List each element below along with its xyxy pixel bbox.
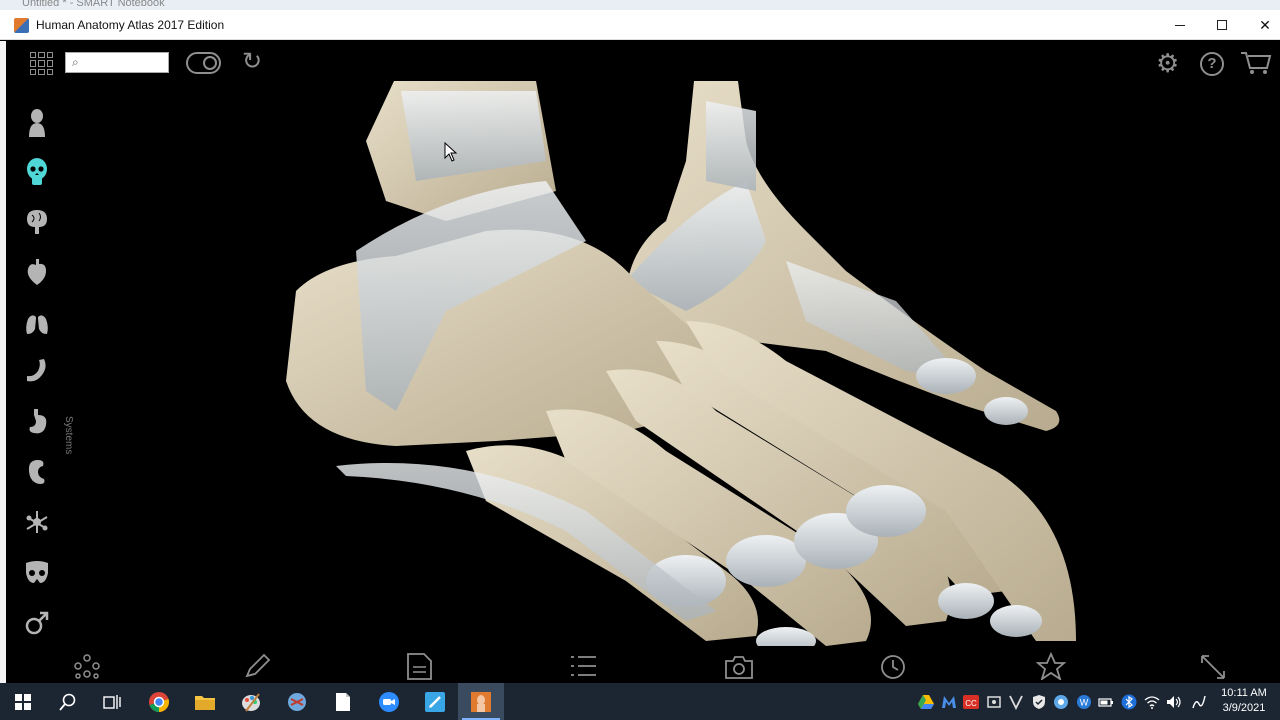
close-button[interactable]: ✕	[1243, 10, 1280, 40]
chrome-icon[interactable]	[136, 683, 182, 720]
clock-time: 10:11 AM	[1221, 687, 1267, 699]
history-icon[interactable]	[878, 652, 908, 680]
window-titlebar: Human Anatomy Atlas 2017 Edition ✕	[0, 10, 1280, 40]
google-drive-icon[interactable]	[918, 694, 934, 710]
tray-app-icon[interactable]	[986, 694, 1002, 710]
battery-icon[interactable]	[1098, 694, 1114, 710]
file-explorer-icon[interactable]	[182, 683, 228, 720]
bluetooth-icon[interactable]	[1121, 694, 1137, 710]
background-window-title: Untitled * - SMART Notebook	[22, 0, 165, 9]
kidney-icon[interactable]	[24, 457, 50, 487]
clock-date: 3/9/2021	[1222, 702, 1266, 714]
snipping-icon[interactable]	[274, 683, 320, 720]
foot-skeleton-model[interactable]	[66, 81, 1236, 655]
arm-icon[interactable]	[24, 357, 50, 387]
anatomy-3d-viewport[interactable]	[66, 81, 1236, 655]
maximize-button[interactable]	[1200, 10, 1244, 40]
search-box[interactable]: ⌕	[65, 52, 169, 73]
settings-icon[interactable]: ⚙	[1156, 48, 1179, 79]
network-share-icon[interactable]	[1008, 694, 1024, 711]
windows-start-icon[interactable]	[0, 683, 46, 720]
stomach-icon[interactable]	[24, 407, 50, 437]
pen-ink-icon[interactable]	[1191, 694, 1207, 710]
systems-sidebar: Systems	[18, 107, 74, 635]
cart-icon[interactable]	[1240, 50, 1272, 76]
search-icon[interactable]	[46, 683, 90, 720]
male-symbol-icon[interactable]	[24, 607, 50, 637]
minimize-button[interactable]	[1158, 10, 1202, 40]
search-icon: ⌕	[72, 55, 79, 69]
screen-capture-icon[interactable]	[1053, 694, 1069, 710]
gender-toggle-icon[interactable]	[186, 52, 221, 74]
camera-icon[interactable]	[724, 652, 754, 680]
background-window-strip: Untitled * - SMART Notebook	[0, 0, 1280, 10]
screen: Untitled * - SMART Notebook Human Anatom…	[0, 0, 1280, 720]
security-shield-icon[interactable]	[1031, 694, 1047, 710]
smart-notebook-icon[interactable]	[412, 683, 458, 720]
windows-taskbar: CC W 10:11 AM 3/9/2021	[0, 683, 1280, 720]
wifi-device-icon[interactable]: W	[1076, 694, 1092, 710]
star-icon[interactable]	[1035, 651, 1067, 682]
app-area: ⌕ ↻ ⚙ ? Systems	[0, 41, 1280, 683]
volume-icon[interactable]	[1166, 694, 1182, 710]
window-title: Human Anatomy Atlas 2017 Edition	[36, 18, 225, 32]
molecule-icon[interactable]	[72, 652, 102, 680]
list-icon[interactable]	[568, 652, 598, 680]
heart-icon[interactable]	[24, 257, 50, 287]
anatomy-atlas-icon[interactable]	[458, 683, 504, 720]
reset-icon[interactable]: ↻	[240, 49, 264, 75]
document-icon[interactable]	[320, 683, 366, 720]
taskbar-clock[interactable]: 10:11 AM 3/9/2021	[1218, 686, 1270, 716]
maximize-icon	[1217, 20, 1227, 30]
bottom-toolbar	[6, 648, 1280, 683]
search-input[interactable]	[86, 55, 166, 70]
cc-icon[interactable]: CC	[963, 694, 979, 710]
lungs-icon[interactable]	[24, 307, 50, 337]
wifi-icon[interactable]	[1144, 694, 1160, 710]
minimize-icon	[1175, 24, 1185, 26]
pelvis-icon[interactable]	[24, 557, 50, 587]
brain-icon[interactable]	[24, 207, 50, 237]
svg-text:CC: CC	[965, 699, 977, 708]
zoom-icon[interactable]	[366, 683, 412, 720]
task-view-icon[interactable]	[90, 683, 134, 720]
malwarebytes-icon[interactable]	[941, 694, 957, 710]
app-logo-icon	[14, 18, 29, 33]
mouse-cursor-icon	[444, 142, 458, 162]
paint-icon[interactable]	[228, 683, 274, 720]
grid-icon[interactable]	[30, 52, 53, 75]
help-icon[interactable]: ?	[1200, 52, 1224, 76]
skull-icon[interactable]	[24, 157, 50, 187]
fullscreen-icon[interactable]	[1198, 652, 1228, 680]
nodes-icon[interactable]	[24, 507, 50, 537]
svg-text:W: W	[1080, 698, 1089, 708]
pencil-icon[interactable]	[242, 652, 272, 680]
notes-icon[interactable]	[404, 652, 434, 680]
body-icon[interactable]	[24, 107, 50, 137]
close-icon: ✕	[1259, 16, 1271, 33]
